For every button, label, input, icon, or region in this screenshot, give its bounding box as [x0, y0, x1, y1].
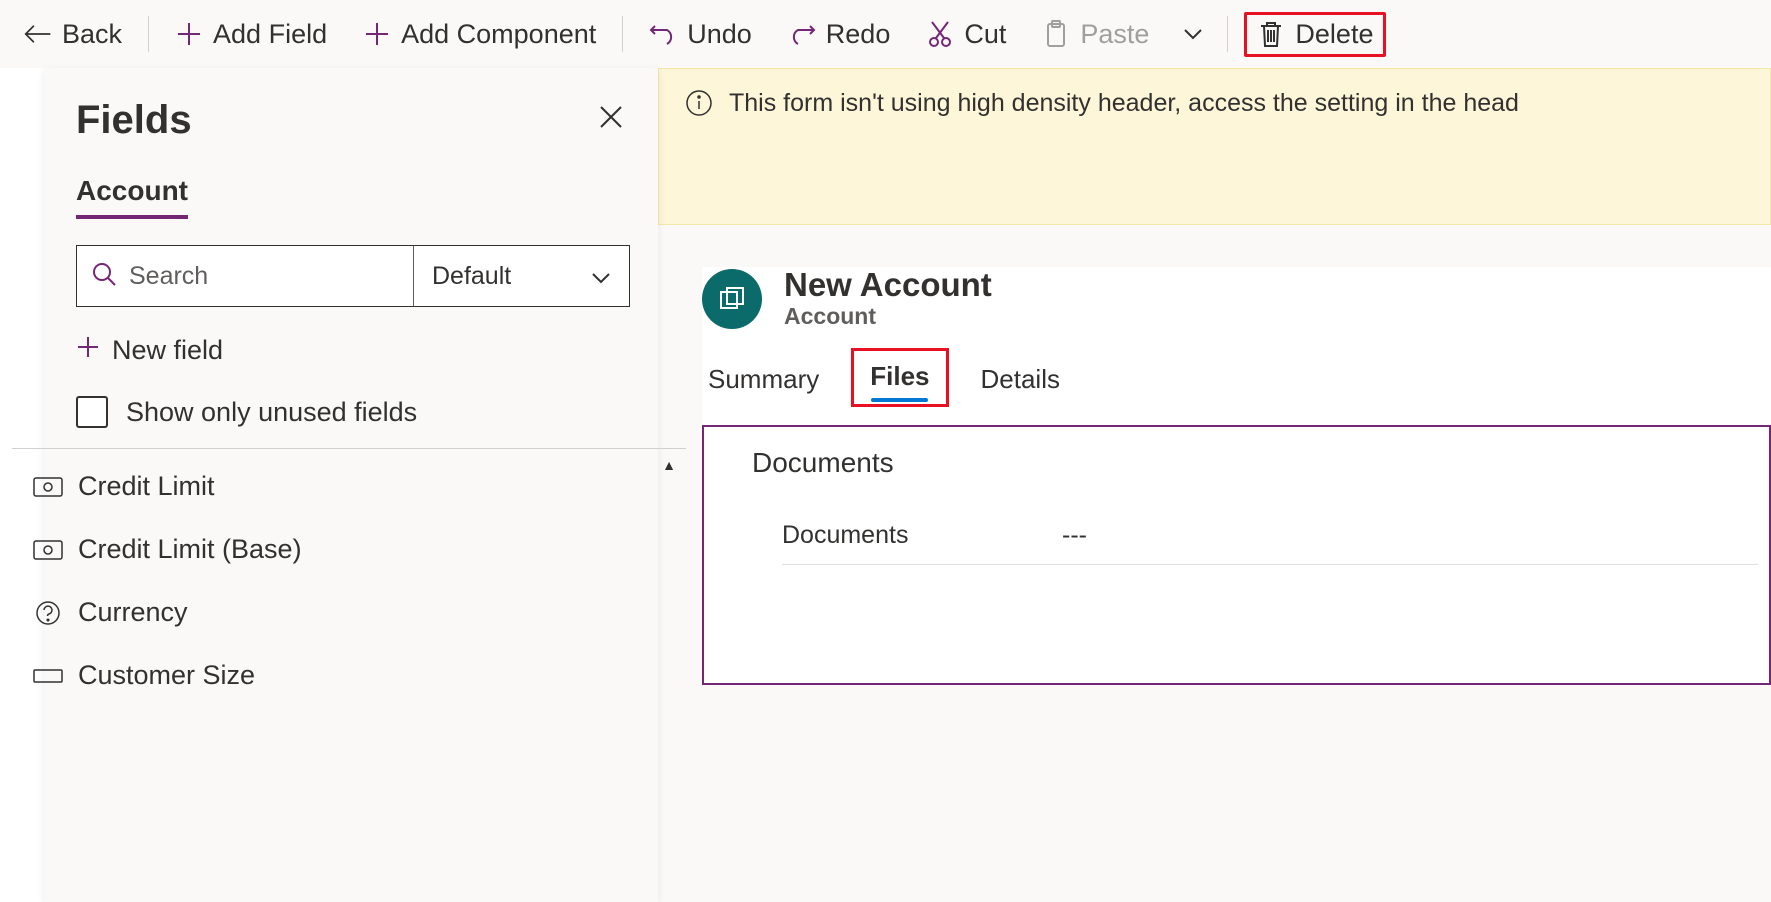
- banner-text: This form isn't using high density heade…: [729, 89, 1519, 118]
- back-label: Back: [62, 19, 122, 50]
- form-title: New Account: [784, 267, 992, 303]
- filter-label: Default: [432, 262, 511, 291]
- search-input[interactable]: [129, 262, 399, 291]
- field-label: Currency: [78, 597, 188, 628]
- back-button[interactable]: Back: [8, 11, 138, 58]
- plus-icon: [363, 20, 391, 48]
- undo-button[interactable]: Undo: [633, 11, 768, 58]
- panel-title: Fields: [76, 98, 192, 143]
- field-label: Credit Limit (Base): [78, 534, 302, 565]
- paste-label: Paste: [1080, 19, 1149, 50]
- tab-details[interactable]: Details: [975, 356, 1066, 407]
- scroll-up-arrow[interactable]: ▲: [662, 457, 676, 473]
- fields-panel: Fields Account: [44, 68, 658, 902]
- trash-icon: [1257, 20, 1285, 48]
- show-unused-toggle[interactable]: Show only unused fields: [76, 396, 630, 428]
- documents-field-row[interactable]: Documents ---: [782, 507, 1758, 565]
- redo-label: Redo: [826, 19, 891, 50]
- field-label: Credit Limit: [78, 471, 215, 502]
- tab-files[interactable]: Files: [864, 353, 935, 404]
- new-field-label: New field: [112, 335, 223, 366]
- show-unused-label: Show only unused fields: [126, 397, 417, 428]
- separator: [1227, 16, 1228, 52]
- field-list: ▲ Credit Limit Credit Lim: [12, 448, 686, 707]
- search-cell[interactable]: [77, 246, 413, 306]
- filter-dropdown[interactable]: Default: [413, 246, 629, 306]
- search-filter-row: Default: [76, 245, 630, 307]
- form-canvas: This form isn't using high density heade…: [658, 68, 1771, 902]
- redo-button[interactable]: Redo: [772, 11, 907, 58]
- paste-icon: [1042, 20, 1070, 48]
- form-tabs: Summary Files Details: [702, 348, 1771, 407]
- field-label: Customer Size: [78, 660, 255, 691]
- help-icon: [30, 600, 66, 626]
- currency-icon: [30, 477, 66, 497]
- entity-tab-account[interactable]: Account: [76, 175, 188, 219]
- undo-icon: [649, 20, 677, 48]
- toolbar: Back Add Field Add Component: [0, 0, 1771, 68]
- undo-label: Undo: [687, 19, 752, 50]
- show-unused-checkbox[interactable]: [76, 396, 108, 428]
- paste-button[interactable]: Paste: [1026, 11, 1165, 58]
- plus-icon: [175, 20, 203, 48]
- delete-label: Delete: [1295, 19, 1373, 50]
- search-icon: [91, 261, 117, 292]
- field-item-currency[interactable]: Currency: [12, 581, 686, 644]
- new-field-button[interactable]: New field: [76, 335, 630, 366]
- form-subtitle: Account: [784, 303, 992, 330]
- field-item-customer-size[interactable]: Customer Size: [12, 644, 686, 707]
- field-item-credit-limit-base[interactable]: Credit Limit (Base): [12, 518, 686, 581]
- cut-label: Cut: [964, 19, 1006, 50]
- close-icon: [598, 104, 624, 130]
- delete-button[interactable]: Delete: [1244, 12, 1386, 57]
- redo-icon: [788, 20, 816, 48]
- documents-field-label: Documents: [782, 521, 1062, 550]
- info-banner: This form isn't using high density heade…: [658, 68, 1771, 225]
- plus-icon: [76, 335, 100, 366]
- tab-summary[interactable]: Summary: [702, 356, 825, 407]
- paste-dropdown[interactable]: [1169, 12, 1217, 56]
- currency-icon: [30, 540, 66, 560]
- separator: [148, 16, 149, 52]
- arrow-left-icon: [24, 20, 52, 48]
- add-component-label: Add Component: [401, 19, 596, 50]
- section-title: Documents: [752, 447, 1769, 479]
- add-field-button[interactable]: Add Field: [159, 11, 343, 58]
- add-field-label: Add Field: [213, 19, 327, 50]
- form-header: New Account Account: [702, 267, 1771, 348]
- cut-icon: [926, 20, 954, 48]
- entity-icon: [702, 269, 762, 329]
- optionset-icon: [30, 666, 66, 686]
- add-component-button[interactable]: Add Component: [347, 11, 612, 58]
- tab-files-highlight: Files: [851, 348, 948, 407]
- close-panel-button[interactable]: [592, 98, 630, 143]
- field-item-credit-limit[interactable]: Credit Limit: [12, 455, 686, 518]
- documents-field-value: ---: [1062, 521, 1087, 550]
- separator: [622, 16, 623, 52]
- cut-button[interactable]: Cut: [910, 11, 1022, 58]
- section-documents[interactable]: Documents Documents ---: [702, 425, 1771, 685]
- chevron-down-icon: [1179, 20, 1207, 48]
- chevron-down-icon: [591, 262, 611, 291]
- info-icon: [685, 89, 713, 124]
